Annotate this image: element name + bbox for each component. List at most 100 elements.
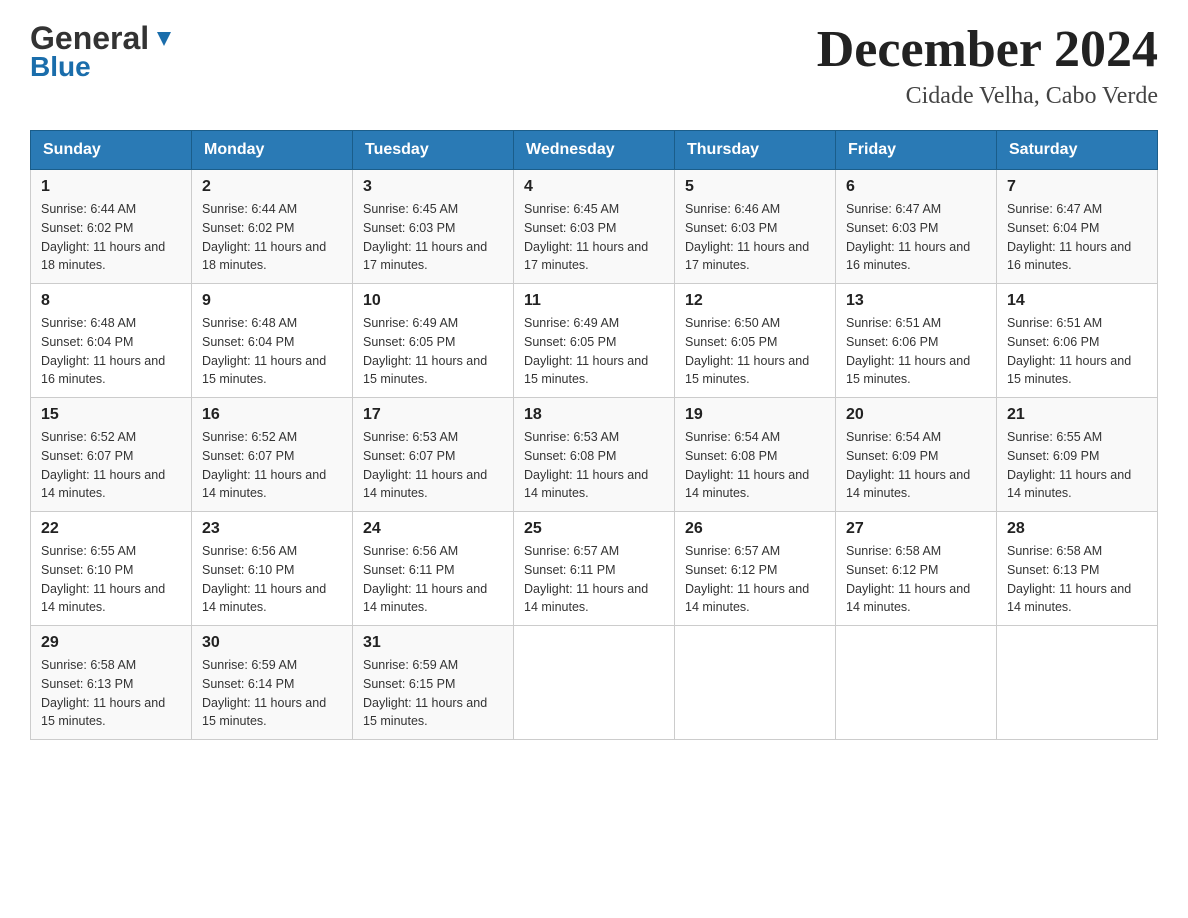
location-title: Cidade Velha, Cabo Verde xyxy=(817,83,1158,110)
day-number: 11 xyxy=(524,292,664,310)
day-info: Sunrise: 6:51 AMSunset: 6:06 PMDaylight:… xyxy=(846,314,986,389)
day-info: Sunrise: 6:47 AMSunset: 6:03 PMDaylight:… xyxy=(846,200,986,275)
day-info: Sunrise: 6:55 AMSunset: 6:09 PMDaylight:… xyxy=(1007,428,1147,503)
day-number: 29 xyxy=(41,634,181,652)
day-info: Sunrise: 6:45 AMSunset: 6:03 PMDaylight:… xyxy=(363,200,503,275)
week-row-4: 22 Sunrise: 6:55 AMSunset: 6:10 PMDayligh… xyxy=(31,512,1158,626)
calendar-cell xyxy=(675,626,836,740)
calendar-cell: 28Sunrise: 6:58 AMSunset: 6:13 PMDayligh… xyxy=(997,512,1158,626)
day-info: Sunrise: 6:54 AMSunset: 6:08 PMDaylight:… xyxy=(685,428,825,503)
day-info: Sunrise: 6:55 AMSunset: 6:10 PMDaylight:… xyxy=(41,542,181,617)
day-number: 31 xyxy=(363,634,503,652)
calendar-cell: 2 Sunrise: 6:44 AMSunset: 6:02 PMDaylight… xyxy=(192,170,353,284)
calendar-cell: 30Sunrise: 6:59 AMSunset: 6:14 PMDayligh… xyxy=(192,626,353,740)
day-number: 10 xyxy=(363,292,503,310)
day-info: Sunrise: 6:50 AMSunset: 6:05 PMDaylight:… xyxy=(685,314,825,389)
month-title: December 2024 xyxy=(817,20,1158,79)
header-right: December 2024 Cidade Velha, Cabo Verde xyxy=(817,20,1158,110)
day-number: 23 xyxy=(202,520,342,538)
day-number: 22 xyxy=(41,520,181,538)
header-monday: Monday xyxy=(192,131,353,170)
day-number: 3 xyxy=(363,178,503,196)
day-info: Sunrise: 6:47 AMSunset: 6:04 PMDaylight:… xyxy=(1007,200,1147,275)
calendar-cell: 12 Sunrise: 6:50 AMSunset: 6:05 PMDayligh… xyxy=(675,284,836,398)
header-thursday: Thursday xyxy=(675,131,836,170)
day-info: Sunrise: 6:46 AMSunset: 6:03 PMDaylight:… xyxy=(685,200,825,275)
logo-blue-text: Blue xyxy=(30,51,91,83)
calendar-cell: 29 Sunrise: 6:58 AMSunset: 6:13 PMDayligh… xyxy=(31,626,192,740)
day-number: 21 xyxy=(1007,406,1147,424)
day-info: Sunrise: 6:53 AMSunset: 6:08 PMDaylight:… xyxy=(524,428,664,503)
calendar-cell: 11 Sunrise: 6:49 AMSunset: 6:05 PMDayligh… xyxy=(514,284,675,398)
calendar-cell: 6 Sunrise: 6:47 AMSunset: 6:03 PMDaylight… xyxy=(836,170,997,284)
page-header: General Blue December 2024 Cidade Velha,… xyxy=(30,20,1158,110)
day-number: 17 xyxy=(363,406,503,424)
calendar-header-row: Sunday Monday Tuesday Wednesday Thursday… xyxy=(31,131,1158,170)
calendar-cell: 8 Sunrise: 6:48 AMSunset: 6:04 PMDaylight… xyxy=(31,284,192,398)
day-info: Sunrise: 6:48 AMSunset: 6:04 PMDaylight:… xyxy=(41,314,181,389)
day-number: 8 xyxy=(41,292,181,310)
day-number: 14 xyxy=(1007,292,1147,310)
day-info: Sunrise: 6:44 AMSunset: 6:02 PMDaylight:… xyxy=(202,200,342,275)
calendar-cell: 13 Sunrise: 6:51 AMSunset: 6:06 PMDayligh… xyxy=(836,284,997,398)
day-info: Sunrise: 6:59 AMSunset: 6:15 PMDaylight:… xyxy=(363,656,503,731)
calendar-cell: 24Sunrise: 6:56 AMSunset: 6:11 PMDayligh… xyxy=(353,512,514,626)
day-number: 19 xyxy=(685,406,825,424)
day-info: Sunrise: 6:49 AMSunset: 6:05 PMDaylight:… xyxy=(363,314,503,389)
calendar-cell xyxy=(997,626,1158,740)
day-info: Sunrise: 6:51 AMSunset: 6:06 PMDaylight:… xyxy=(1007,314,1147,389)
day-info: Sunrise: 6:49 AMSunset: 6:05 PMDaylight:… xyxy=(524,314,664,389)
calendar-cell: 26Sunrise: 6:57 AMSunset: 6:12 PMDayligh… xyxy=(675,512,836,626)
day-info: Sunrise: 6:58 AMSunset: 6:13 PMDaylight:… xyxy=(1007,542,1147,617)
calendar-cell: 5Sunrise: 6:46 AMSunset: 6:03 PMDaylight… xyxy=(675,170,836,284)
calendar-cell: 16 Sunrise: 6:52 AMSunset: 6:07 PMDayligh… xyxy=(192,398,353,512)
calendar-cell: 15Sunrise: 6:52 AMSunset: 6:07 PMDayligh… xyxy=(31,398,192,512)
day-number: 18 xyxy=(524,406,664,424)
day-number: 9 xyxy=(202,292,342,310)
day-info: Sunrise: 6:56 AMSunset: 6:10 PMDaylight:… xyxy=(202,542,342,617)
day-info: Sunrise: 6:52 AMSunset: 6:07 PMDaylight:… xyxy=(202,428,342,503)
day-number: 26 xyxy=(685,520,825,538)
logo-arrow-icon xyxy=(153,28,175,55)
day-number: 2 xyxy=(202,178,342,196)
calendar-cell xyxy=(514,626,675,740)
day-number: 20 xyxy=(846,406,986,424)
calendar-cell: 1 Sunrise: 6:44 AMSunset: 6:02 PMDaylight… xyxy=(31,170,192,284)
day-info: Sunrise: 6:59 AMSunset: 6:14 PMDaylight:… xyxy=(202,656,342,731)
day-info: Sunrise: 6:58 AMSunset: 6:12 PMDaylight:… xyxy=(846,542,986,617)
day-number: 7 xyxy=(1007,178,1147,196)
calendar-cell xyxy=(836,626,997,740)
calendar-cell: 7 Sunrise: 6:47 AMSunset: 6:04 PMDaylight… xyxy=(997,170,1158,284)
calendar-cell: 10 Sunrise: 6:49 AMSunset: 6:05 PMDayligh… xyxy=(353,284,514,398)
day-info: Sunrise: 6:58 AMSunset: 6:13 PMDaylight:… xyxy=(41,656,181,731)
week-row-3: 15Sunrise: 6:52 AMSunset: 6:07 PMDayligh… xyxy=(31,398,1158,512)
day-info: Sunrise: 6:53 AMSunset: 6:07 PMDaylight:… xyxy=(363,428,503,503)
day-number: 4 xyxy=(524,178,664,196)
day-info: Sunrise: 6:44 AMSunset: 6:02 PMDaylight:… xyxy=(41,200,181,275)
calendar-cell: 4 Sunrise: 6:45 AMSunset: 6:03 PMDaylight… xyxy=(514,170,675,284)
day-number: 12 xyxy=(685,292,825,310)
day-info: Sunrise: 6:54 AMSunset: 6:09 PMDaylight:… xyxy=(846,428,986,503)
calendar-cell: 20 Sunrise: 6:54 AMSunset: 6:09 PMDayligh… xyxy=(836,398,997,512)
calendar-cell: 21 Sunrise: 6:55 AMSunset: 6:09 PMDayligh… xyxy=(997,398,1158,512)
calendar-cell: 27 Sunrise: 6:58 AMSunset: 6:12 PMDayligh… xyxy=(836,512,997,626)
logo: General Blue xyxy=(30,20,175,83)
header-friday: Friday xyxy=(836,131,997,170)
calendar-cell: 14 Sunrise: 6:51 AMSunset: 6:06 PMDayligh… xyxy=(997,284,1158,398)
header-saturday: Saturday xyxy=(997,131,1158,170)
day-number: 1 xyxy=(41,178,181,196)
week-row-2: 8 Sunrise: 6:48 AMSunset: 6:04 PMDaylight… xyxy=(31,284,1158,398)
header-tuesday: Tuesday xyxy=(353,131,514,170)
day-number: 6 xyxy=(846,178,986,196)
calendar-cell: 19 Sunrise: 6:54 AMSunset: 6:08 PMDayligh… xyxy=(675,398,836,512)
header-sunday: Sunday xyxy=(31,131,192,170)
calendar-cell: 31 Sunrise: 6:59 AMSunset: 6:15 PMDayligh… xyxy=(353,626,514,740)
day-number: 27 xyxy=(846,520,986,538)
day-info: Sunrise: 6:52 AMSunset: 6:07 PMDaylight:… xyxy=(41,428,181,503)
day-info: Sunrise: 6:57 AMSunset: 6:11 PMDaylight:… xyxy=(524,542,664,617)
calendar-cell: 18 Sunrise: 6:53 AMSunset: 6:08 PMDayligh… xyxy=(514,398,675,512)
day-info: Sunrise: 6:45 AMSunset: 6:03 PMDaylight:… xyxy=(524,200,664,275)
day-info: Sunrise: 6:48 AMSunset: 6:04 PMDaylight:… xyxy=(202,314,342,389)
day-number: 13 xyxy=(846,292,986,310)
day-number: 16 xyxy=(202,406,342,424)
